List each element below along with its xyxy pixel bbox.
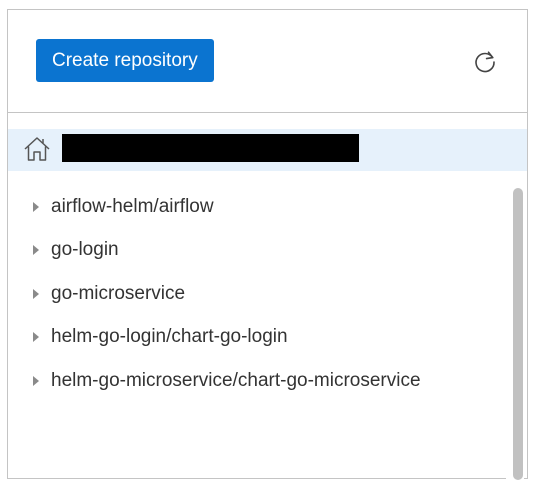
tree-item[interactable]: helm-go-microservice/chart-go-microservi… bbox=[8, 359, 508, 403]
refresh-icon bbox=[475, 51, 495, 73]
caret-right-icon[interactable] bbox=[33, 332, 39, 343]
scrollbar-thumb[interactable] bbox=[513, 188, 523, 480]
tree-item[interactable]: go-login bbox=[8, 229, 508, 273]
caret-right-icon[interactable] bbox=[33, 288, 39, 299]
caret-right-icon[interactable] bbox=[33, 201, 39, 212]
home-icon[interactable] bbox=[21, 133, 53, 165]
path-bar bbox=[8, 129, 527, 171]
caret-right-icon[interactable] bbox=[33, 245, 39, 256]
tree-item[interactable]: helm-go-login/chart-go-login bbox=[8, 316, 508, 360]
tree-item-label: go-login bbox=[51, 239, 119, 261]
tree-item[interactable]: go-microservice bbox=[8, 272, 508, 316]
path-breadcrumb-redacted bbox=[62, 134, 359, 162]
repository-panel: Create repository airflow-helm/airflow g… bbox=[7, 9, 528, 480]
repository-tree: airflow-helm/airflow go-login go-microse… bbox=[8, 185, 508, 403]
tree-item-label: airflow-helm/airflow bbox=[51, 195, 214, 217]
tree-item[interactable]: airflow-helm/airflow bbox=[8, 185, 508, 229]
refresh-button[interactable] bbox=[470, 47, 500, 77]
tree-item-label: helm-go-login/chart-go-login bbox=[51, 326, 288, 348]
caret-right-icon[interactable] bbox=[33, 375, 39, 386]
tree-item-label: go-microservice bbox=[51, 282, 186, 304]
toolbar: Create repository bbox=[8, 10, 527, 113]
create-repository-button[interactable]: Create repository bbox=[36, 39, 214, 82]
tree-item-label: helm-go-microservice/chart-go-microservi… bbox=[51, 369, 421, 391]
